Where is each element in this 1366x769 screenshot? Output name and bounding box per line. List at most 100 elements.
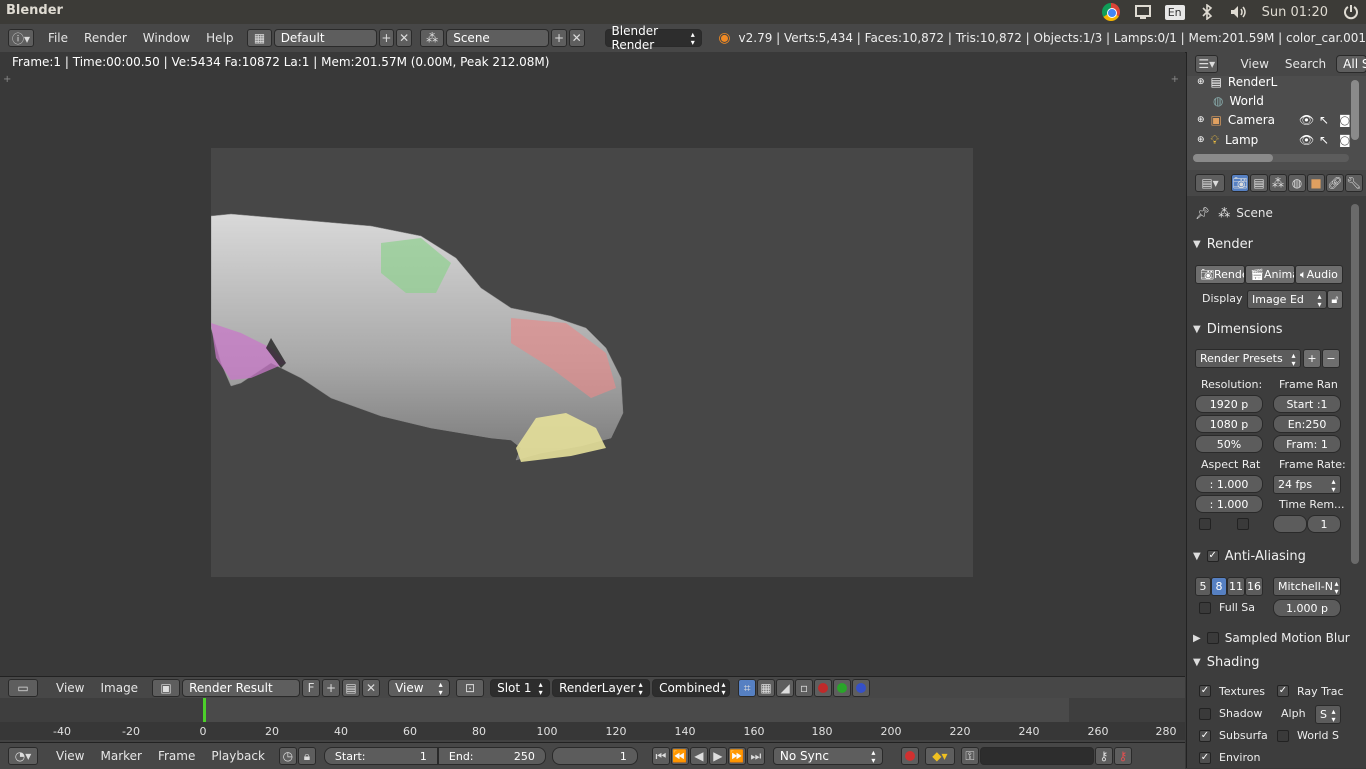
- z-buffer-icon[interactable]: ◢: [776, 679, 795, 697]
- jump-start-icon[interactable]: ⏮: [651, 747, 670, 765]
- jump-end-icon[interactable]: ⏭: [746, 747, 765, 765]
- slot-dropdown[interactable]: Slot 1: [490, 679, 551, 697]
- timeline-area[interactable]: -40 -20 0 20 40 60 80 100 120 140 160 18…: [0, 698, 1185, 742]
- display-icon[interactable]: [1134, 3, 1152, 21]
- outliner-horizontal-scrollbar[interactable]: [1193, 154, 1349, 162]
- keyboard-language-indicator[interactable]: En: [1164, 3, 1185, 21]
- menu-file[interactable]: File: [40, 31, 76, 45]
- outliner-menu-view[interactable]: View: [1232, 57, 1276, 71]
- frame-rate-dropdown[interactable]: 24 fps: [1273, 475, 1341, 494]
- display-mode-dropdown[interactable]: Image Ed: [1247, 290, 1327, 309]
- add-preset-icon[interactable]: +: [1303, 349, 1321, 368]
- full-sample-checkbox[interactable]: [1199, 602, 1211, 614]
- insert-keyframe-icon[interactable]: ⚷: [1094, 747, 1113, 765]
- active-keying-set-field[interactable]: [979, 747, 1094, 765]
- frame-end-field[interactable]: En:250: [1273, 415, 1341, 433]
- editor-type-timeline-icon[interactable]: ◔▾: [8, 747, 38, 765]
- timeline-menu-playback[interactable]: Playback: [203, 749, 273, 763]
- keying-set-icon[interactable]: ◆▾: [924, 747, 955, 765]
- timeline-menu-frame[interactable]: Frame: [150, 749, 203, 763]
- motion-blur-checkbox[interactable]: [1206, 632, 1219, 644]
- play-icon[interactable]: ▶: [708, 747, 727, 765]
- render-animation-button[interactable]: 🎬︎Anima: [1245, 265, 1295, 284]
- channel-blue-icon[interactable]: [852, 679, 871, 697]
- draw-image-alpha-icon[interactable]: ⌗: [738, 679, 757, 697]
- fake-user-toggle[interactable]: F: [302, 679, 321, 697]
- new-image-icon[interactable]: +: [322, 679, 341, 697]
- record-icon[interactable]: [900, 747, 919, 765]
- image-menu-view[interactable]: View: [48, 681, 92, 695]
- add-screen-icon[interactable]: +: [378, 29, 395, 47]
- dimensions-panel-header[interactable]: ▼ Dimensions: [1193, 318, 1355, 340]
- area-split-corner-icon[interactable]: +: [3, 74, 11, 85]
- image-name-field[interactable]: Render Result: [182, 679, 301, 697]
- selectable-cursor-icon[interactable]: ↖: [1319, 113, 1329, 127]
- frame-step-field[interactable]: Fram: 1: [1273, 435, 1341, 453]
- outliner-item-camera[interactable]: ⊕ ▣ Camera 👁︎ ↖ ◙: [1197, 110, 1351, 130]
- aspect-x-field[interactable]: : 1.000: [1195, 475, 1263, 493]
- lock-range-icon[interactable]: 🔒︎: [297, 747, 316, 765]
- motion-blur-panel-header[interactable]: ▶ Sampled Motion Blur: [1193, 627, 1355, 649]
- pivot-icon[interactable]: ⊡: [456, 679, 485, 697]
- outliner-item-renderlayers[interactable]: ⊕ ▤ RenderL: [1197, 72, 1277, 92]
- render-presets-dropdown[interactable]: Render Presets: [1195, 349, 1301, 368]
- world-tab-icon[interactable]: ◍: [1288, 174, 1306, 192]
- timeline-menu-marker[interactable]: Marker: [92, 749, 149, 763]
- editor-type-info-icon[interactable]: ⓘ▾: [8, 29, 34, 47]
- chrome-icon[interactable]: [1101, 3, 1120, 21]
- pin-icon[interactable]: 📌︎: [1195, 206, 1210, 220]
- sync-mode-dropdown[interactable]: No Sync: [772, 747, 883, 765]
- delete-screen-icon[interactable]: ✕: [396, 29, 412, 47]
- shadow-checkbox[interactable]: [1199, 708, 1211, 720]
- ray-tracing-checkbox[interactable]: ✓: [1277, 685, 1289, 697]
- scene-field[interactable]: Scene: [446, 29, 550, 47]
- render-engine-dropdown[interactable]: Blender Render: [604, 24, 703, 52]
- visibility-eye-icon[interactable]: 👁︎: [1299, 113, 1314, 127]
- screen-layout-icon[interactable]: ▦: [247, 29, 272, 47]
- channel-red-icon[interactable]: [814, 679, 833, 697]
- properties-scrollbar[interactable]: [1351, 204, 1359, 564]
- delete-scene-icon[interactable]: ✕: [568, 29, 585, 47]
- outliner-item-lamp[interactable]: ⊕ 💡︎ Lamp 👁︎ ↖ ◙: [1197, 130, 1351, 150]
- delete-keyframe-icon[interactable]: ⚷: [1113, 747, 1132, 765]
- render-layer-dropdown[interactable]: RenderLayer: [552, 679, 651, 697]
- menu-window[interactable]: Window: [135, 31, 198, 45]
- area-split-corner-icon-right[interactable]: +: [1171, 74, 1179, 85]
- lock-interface-icon[interactable]: 🔓︎: [1327, 290, 1343, 309]
- render-audio-button[interactable]: 🔈︎ Audio: [1295, 265, 1343, 284]
- timeline-ruler[interactable]: -40 -20 0 20 40 60 80 100 120 140 160 18…: [0, 722, 1185, 740]
- alpha-mode-dropdown[interactable]: S: [1315, 705, 1341, 724]
- expand-icon[interactable]: ⊕: [1197, 115, 1205, 125]
- timeline-frame-strip[interactable]: [0, 698, 1185, 722]
- start-frame-field[interactable]: Start: 1: [323, 747, 438, 765]
- outliner-vertical-scrollbar[interactable]: [1351, 80, 1359, 140]
- image-browse-icon[interactable]: ▣: [152, 679, 181, 697]
- outliner-item-world[interactable]: ◍ World: [1213, 91, 1264, 111]
- render-image-button[interactable]: 📷︎Rende: [1195, 265, 1245, 284]
- shading-panel-header[interactable]: ▼ Shading: [1193, 651, 1355, 673]
- menu-help[interactable]: Help: [198, 31, 241, 45]
- channel-green-icon[interactable]: [833, 679, 852, 697]
- render-result-image[interactable]: [210, 148, 973, 577]
- unlink-image-icon[interactable]: ✕: [362, 679, 381, 697]
- time-remap-new-field[interactable]: 1: [1307, 515, 1341, 533]
- resolution-percent-field[interactable]: 50%: [1195, 435, 1263, 453]
- editor-type-outliner-icon[interactable]: ☰▾: [1195, 55, 1219, 73]
- anti-aliasing-panel-header[interactable]: ▼ ✓ Anti-Aliasing: [1193, 545, 1355, 567]
- timeline-playhead[interactable]: [203, 698, 206, 722]
- outliner-menu-search[interactable]: Search: [1277, 57, 1334, 71]
- image-menu-image[interactable]: Image: [92, 681, 146, 695]
- aa-samples-8-button[interactable]: 8: [1211, 577, 1227, 596]
- frame-start-field[interactable]: Start :1: [1273, 395, 1341, 413]
- resolution-x-field[interactable]: 1920 p: [1195, 395, 1263, 413]
- outliner-panel[interactable]: ☰▾ View Search All Sc ⊕ ▤ RenderL ◍ Worl…: [1186, 52, 1366, 170]
- add-scene-icon[interactable]: +: [551, 29, 567, 47]
- crop-checkbox[interactable]: [1237, 518, 1249, 530]
- view-mode-dropdown[interactable]: View: [388, 679, 451, 697]
- expand-icon[interactable]: ⊕: [1197, 135, 1205, 145]
- image-editor-area[interactable]: Frame:1 | Time:00:00.50 | Ve:5434 Fa:108…: [0, 52, 1185, 677]
- aspect-y-field[interactable]: : 1.000: [1195, 495, 1263, 513]
- jump-keyframe-forward-icon[interactable]: ⏩: [727, 747, 746, 765]
- play-reverse-icon[interactable]: ◀: [689, 747, 708, 765]
- modifiers-tab-icon[interactable]: 🔧︎: [1345, 174, 1363, 192]
